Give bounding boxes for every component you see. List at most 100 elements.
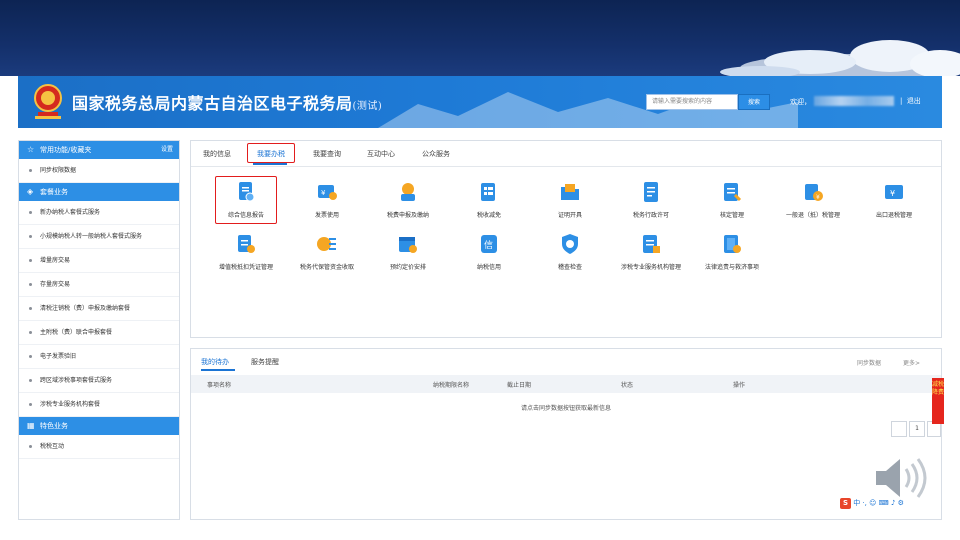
sync-data-link[interactable]: 同步数据	[857, 358, 881, 367]
service-label: 增值税抵扣凭证管理	[218, 264, 273, 271]
service-label: 涉税专业服务机构管理	[620, 264, 681, 271]
service-admin-permit[interactable]: 税务行政许可	[615, 181, 687, 220]
highlight-box	[247, 143, 295, 163]
service-vat-voucher[interactable]: 增值税抵扣凭证管理	[210, 233, 282, 272]
tab-interaction-center[interactable]: 互动中心	[367, 149, 395, 159]
tax-relief-icon	[481, 183, 495, 201]
column-header: 截止日期	[507, 382, 532, 389]
empty-state-message: 请点击同步数据按钮获取最新信息	[520, 405, 611, 412]
service-label: 出口退税管理	[875, 212, 912, 219]
service-custody-fund[interactable]: 税务代保管资金收取	[291, 233, 363, 272]
more-link[interactable]: 更多>	[903, 358, 920, 367]
highlight-box	[215, 176, 277, 224]
service-refund[interactable]: ¥ 一般退（抵）税管理	[777, 181, 849, 220]
logout-label: 退出	[906, 97, 921, 105]
pricing-calendar-icon	[399, 237, 417, 253]
sidebar-item-featured[interactable]: 税税互动	[19, 435, 179, 459]
search-button[interactable]: 搜索	[738, 94, 770, 110]
service-label: 纳税信用	[476, 264, 501, 271]
service-inspection[interactable]: 稽查检查	[534, 233, 606, 272]
sidebar-item-label: 电子发票验旧	[40, 353, 77, 360]
invoice-icon: ¥	[318, 185, 337, 200]
bullet-icon	[29, 379, 32, 382]
service-invoice[interactable]: ¥ 发票使用	[291, 181, 363, 220]
agency-icon	[643, 235, 660, 253]
tab-my-todo[interactable]: 我的待办	[201, 357, 229, 367]
service-pricing-arrangement[interactable]: 预约定价安排	[372, 233, 444, 272]
service-tax-declaration[interactable]: 税费申报及缴纳	[372, 181, 444, 220]
username-redacted	[814, 96, 894, 106]
todo-table-header: 事项名称 纳税期限名称 截止日期 状态 操作	[191, 375, 941, 393]
inspection-shield-icon	[562, 234, 578, 254]
service-legal-remedy[interactable]: 法律追责与救济事项	[696, 233, 768, 272]
sidebar-section-packages[interactable]: ◈ 套餐业务	[19, 183, 179, 201]
sidebar-item-label: 存量房交易	[40, 281, 71, 288]
site-title: 国家税务总局内蒙古自治区电子税务局(测试)	[72, 90, 382, 114]
logout-link[interactable]: | 退出	[900, 96, 921, 106]
service-tax-relief[interactable]: 税收减免	[453, 181, 525, 220]
export-refund-icon: ¥	[885, 185, 903, 199]
tax-declare-icon	[401, 183, 415, 201]
pager-page-1[interactable]: 1	[909, 421, 925, 437]
tab-public-service[interactable]: 公众服务	[422, 149, 450, 159]
service-agency-management[interactable]: 涉税专业服务机构管理	[615, 233, 687, 272]
sidebar-item-label: 同步权限数据	[40, 167, 77, 174]
sidebar-item-package[interactable]: 清税注销税（费）申报及缴纳套餐	[19, 297, 179, 321]
service-label: 预约定价安排	[389, 264, 426, 271]
search-input[interactable]: 请输入需要搜索的内容	[646, 94, 738, 110]
refund-icon: ¥	[805, 184, 823, 201]
main-tabs: 我的信息 我要办税 我要查询 互动中心 公众服务	[191, 141, 941, 167]
sidebar-section-featured-title: 特色业务	[40, 422, 68, 430]
service-tax-credit[interactable]: 信 纳税信用	[453, 233, 525, 272]
sidebar-item-package[interactable]: 电子发票验旧	[19, 345, 179, 369]
grid-icon: ▦	[27, 421, 35, 430]
sidebar-section-featured[interactable]: ▦ 特色业务	[19, 417, 179, 435]
tax-cut-float-tag[interactable]: 减税降费	[932, 378, 944, 424]
bullet-icon	[29, 355, 32, 358]
ime-status: 中 ·, ☺ ⌨ ♪ ⚙	[853, 499, 904, 507]
speaker-icon[interactable]	[872, 455, 934, 501]
column-header: 纳税期限名称	[433, 382, 470, 389]
sidebar-setting-link[interactable]: 设置	[161, 141, 173, 159]
service-label: 法律追责与救济事项	[704, 264, 759, 271]
sidebar-item-label: 主附税（费）联合申报套餐	[40, 329, 113, 336]
logout-separator: |	[900, 97, 903, 105]
sidebar-item-package[interactable]: 增量房交易	[19, 249, 179, 273]
sidebar-item-package[interactable]: 小规模纳税人转一般纳税人套餐式服务	[19, 225, 179, 249]
tab-service-reminder[interactable]: 服务提醒	[251, 357, 279, 367]
service-export-refund[interactable]: ¥ 出口退税管理	[858, 181, 930, 220]
service-label: 发票使用	[314, 212, 339, 219]
tab-query[interactable]: 我要查询	[313, 149, 341, 159]
svg-text:¥: ¥	[816, 194, 820, 201]
ime-toolbar[interactable]: S 中 ·, ☺ ⌨ ♪ ⚙	[840, 496, 944, 510]
service-panel: 我的信息 我要办税 我要查询 互动中心 公众服务 综合信息报告 ¥ 发票使用 税…	[190, 140, 942, 338]
bullet-icon	[29, 211, 32, 214]
service-assessment[interactable]: 核定管理	[696, 181, 768, 220]
sidebar-item-package[interactable]: 存量房交易	[19, 273, 179, 297]
bullet-icon	[29, 283, 32, 286]
bullet-icon	[29, 259, 32, 262]
service-label: 税收减免	[476, 212, 501, 219]
vat-voucher-icon	[238, 235, 255, 253]
sidebar-section-favorites-title: 常用功能/收藏夹	[40, 146, 92, 154]
tab-my-info[interactable]: 我的信息	[203, 149, 231, 159]
sidebar-section-favorites[interactable]: ☆ 常用功能/收藏夹 设置	[19, 141, 179, 159]
svg-text:信: 信	[484, 239, 493, 251]
svg-text:¥: ¥	[321, 189, 326, 197]
pager-prev-button[interactable]	[891, 421, 907, 437]
service-label: 核定管理	[719, 212, 744, 219]
slide-top-band	[0, 0, 960, 76]
sidebar-item-package[interactable]: 涉税专业服务机构套餐	[19, 393, 179, 417]
service-label: 一般退（抵）税管理	[785, 212, 840, 219]
sidebar-item-package[interactable]: 主附税（费）联合申报套餐	[19, 321, 179, 345]
sogou-logo-icon: S	[840, 498, 851, 509]
sidebar-item-package[interactable]: 跨区域涉税事项套餐式服务	[19, 369, 179, 393]
service-certificate[interactable]: 证明开具	[534, 181, 606, 220]
service-label: 税费申报及缴纳	[386, 212, 429, 219]
sidebar-item-label: 增量房交易	[40, 257, 71, 264]
bullet-icon	[29, 445, 32, 448]
sidebar-item-label: 涉税专业服务机构套餐	[40, 401, 101, 408]
sidebar-item-sync-permissions[interactable]: 同步权限数据	[19, 159, 179, 183]
sidebar-item-package[interactable]: 新办纳税人套餐式服务	[19, 201, 179, 225]
sidebar-item-label: 税税互动	[40, 443, 65, 450]
